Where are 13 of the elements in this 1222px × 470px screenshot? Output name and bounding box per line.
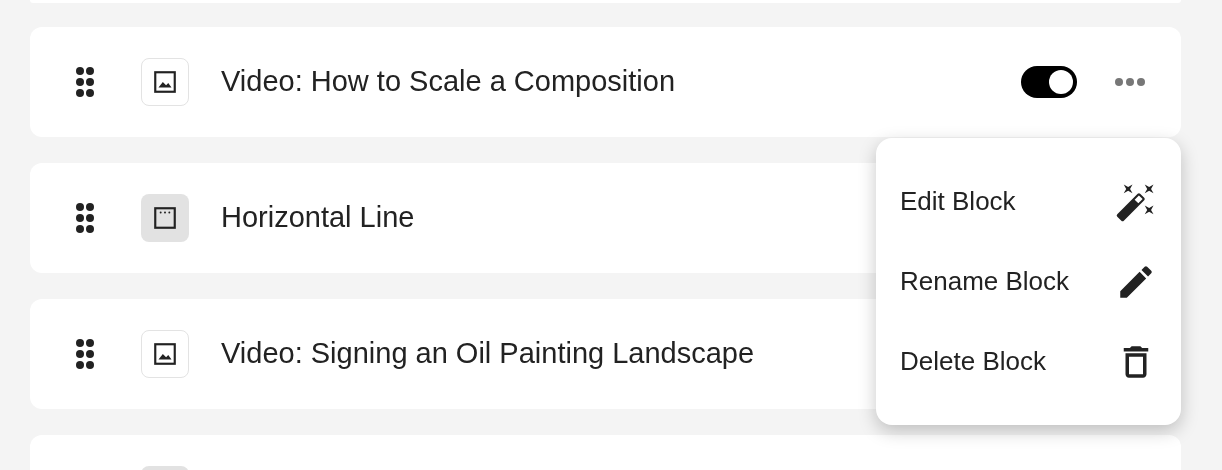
toggle-switch[interactable] (1021, 66, 1077, 98)
image-block-icon (141, 330, 189, 378)
drag-handle-icon[interactable] (76, 339, 94, 369)
block-title: Horizontal Line (221, 200, 415, 236)
image-block-icon (141, 58, 189, 106)
block-title: Video: Signing an Oil Painting Landscape (221, 336, 755, 372)
line-block-icon (141, 194, 189, 242)
menu-item[interactable]: Delete Block (900, 325, 1157, 398)
drag-handle-icon[interactable] (76, 67, 94, 97)
drag-handle-icon[interactable] (76, 203, 94, 233)
menu-item[interactable]: Edit Block (900, 165, 1157, 238)
block-row[interactable]: Video: How to Scale a Composition (30, 27, 1181, 137)
block-title: Video: How to Scale a Composition (221, 64, 676, 100)
